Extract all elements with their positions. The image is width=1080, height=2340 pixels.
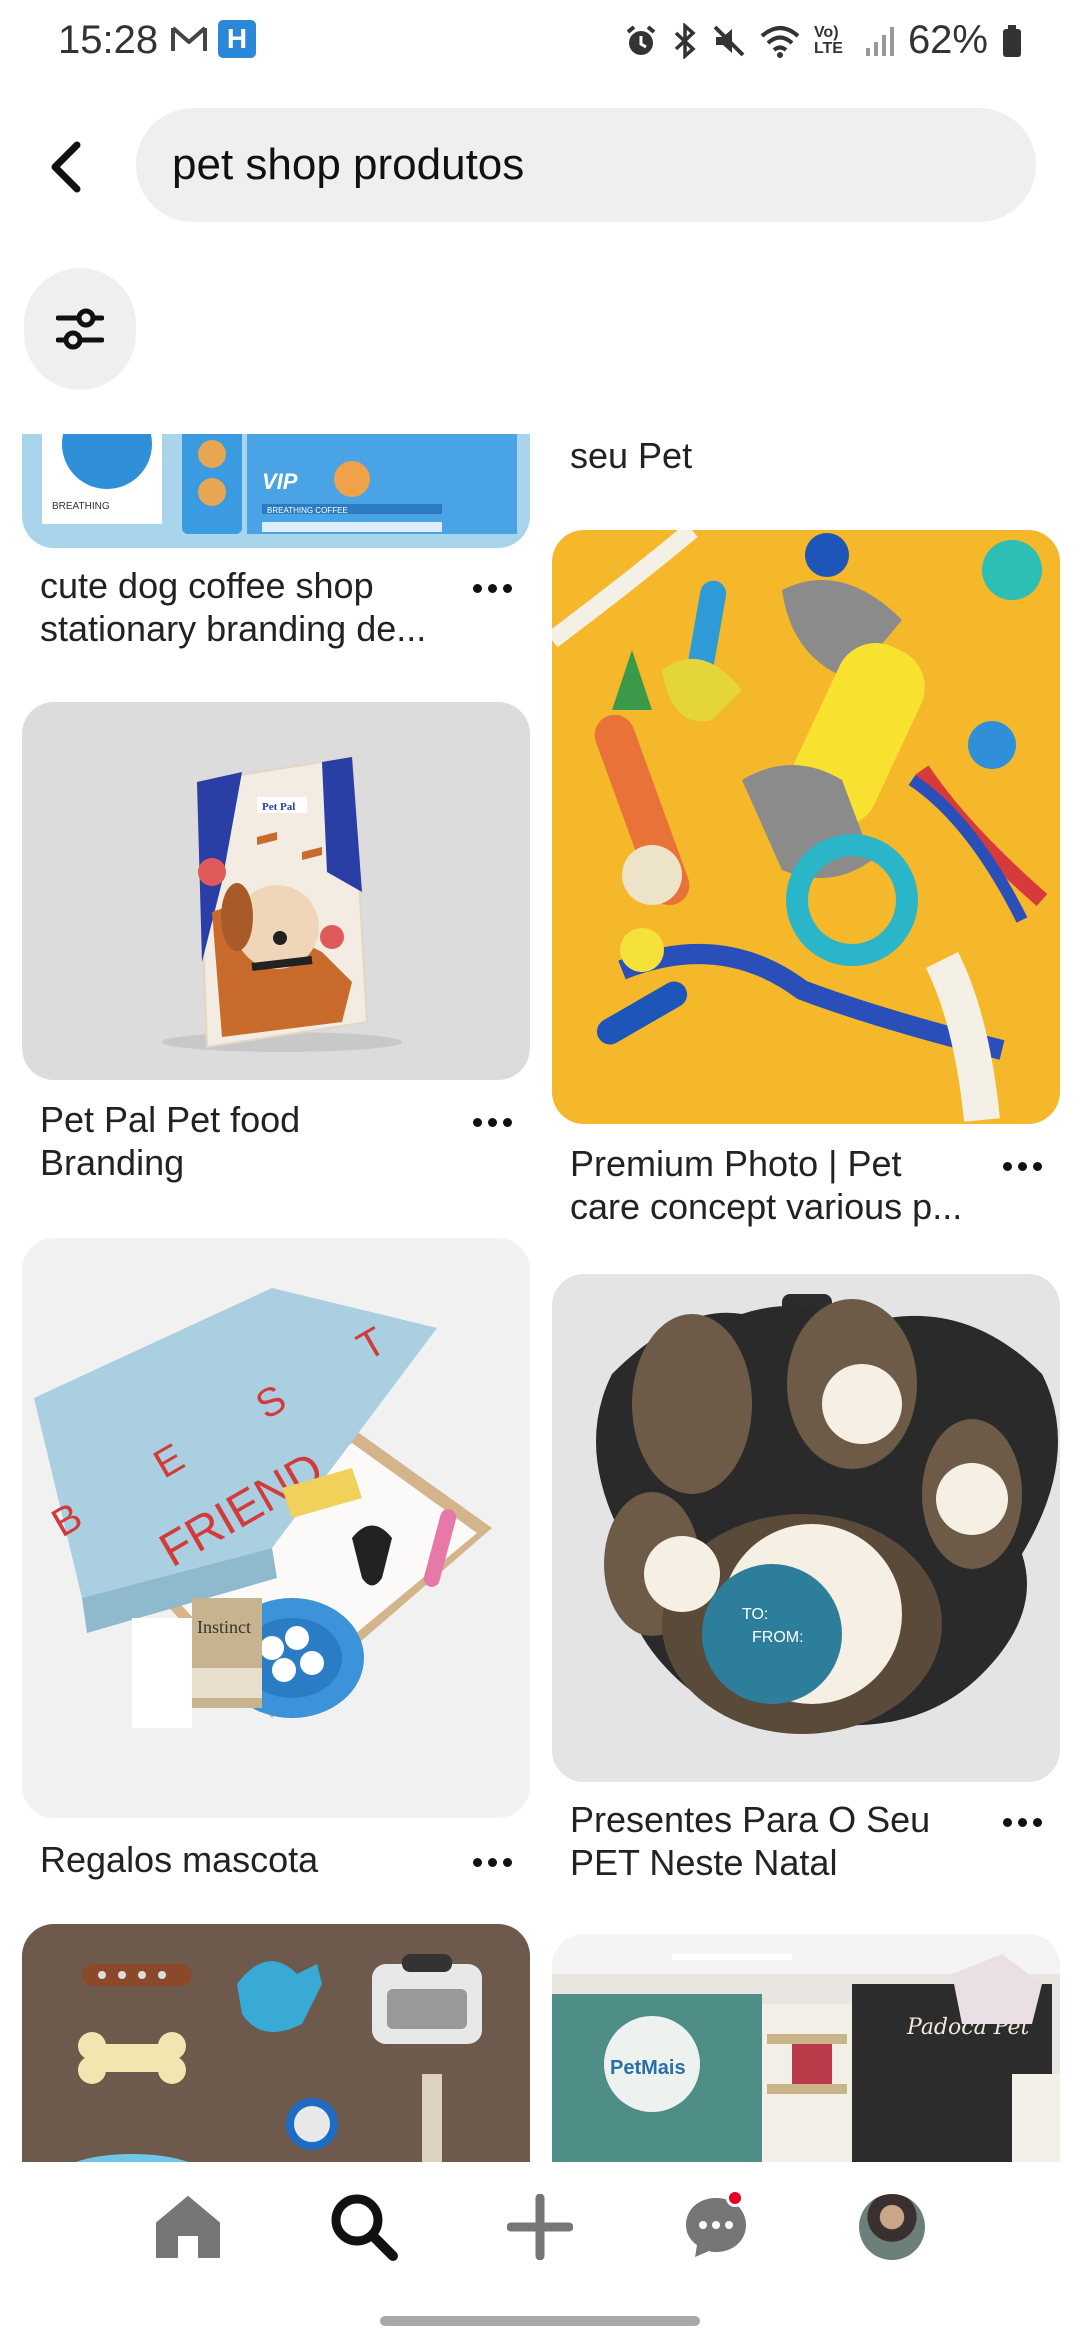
more-options-button[interactable]: [462, 568, 522, 608]
petmais-label: PetMais: [610, 2057, 686, 2079]
h-app-icon: H: [218, 20, 256, 58]
notification-dot: [726, 2189, 744, 2207]
more-options-button[interactable]: [992, 1802, 1052, 1842]
create-icon: [507, 2194, 573, 2260]
filter-button[interactable]: [24, 268, 136, 390]
coffee-label: BREATHING COFFEE: [267, 506, 348, 515]
pin-image[interactable]: TO: FROM:: [552, 1274, 1060, 1782]
battery-percent: 62%: [907, 18, 988, 62]
more-options-button[interactable]: [992, 1146, 1052, 1186]
svg-text:BREATHING: BREATHING: [52, 501, 110, 512]
back-arrow-icon: [51, 141, 81, 193]
nav-search[interactable]: [314, 2177, 414, 2277]
pin-card[interactable]: seu Pet: [552, 434, 1060, 514]
profile-avatar: [859, 2194, 925, 2260]
mute-icon: [713, 25, 745, 56]
status-bar: 15:28 H Vo) LTE 62%: [0, 0, 1080, 80]
nav-create[interactable]: [490, 2177, 590, 2277]
nav-messages[interactable]: [666, 2177, 766, 2277]
pin-image[interactable]: Pet Pal: [22, 702, 530, 1080]
pin-title: Premium Photo | Pet care concept various…: [570, 1143, 963, 1227]
pin-card[interactable]: B E S T FRIEND Instinct Regalos mascota: [22, 1238, 530, 1898]
search-input[interactable]: pet shop produtos: [136, 108, 1036, 222]
pin-title: cute dog coffee shop stationary branding…: [40, 565, 427, 649]
pin-card[interactable]: BREATHING VIP BREATHING COFFEE cute dog …: [22, 434, 530, 654]
more-options-button[interactable]: [462, 1102, 522, 1142]
pin-image[interactable]: PetMais Padoca Pet: [552, 1934, 1060, 2162]
instinct-label: Instinct: [197, 1617, 251, 1637]
search-icon: [331, 2194, 398, 2261]
back-button[interactable]: [40, 132, 90, 202]
pin-card[interactable]: TO: FROM: Presentes Para O Seu PET Neste…: [552, 1274, 1060, 1894]
pin-image[interactable]: BREATHING VIP BREATHING COFFEE: [22, 434, 530, 548]
paw-to-label: TO:: [742, 1606, 768, 1623]
pin-card[interactable]: [22, 1924, 530, 2162]
nav-home[interactable]: [138, 2177, 238, 2277]
status-right-icons: Vo) LTE 62%: [624, 18, 1022, 63]
more-options-button[interactable]: [462, 1842, 522, 1882]
volte-icon: Vo) LTE: [813, 23, 843, 57]
search-query: pet shop produtos: [172, 140, 525, 189]
signal-icon: [865, 26, 894, 56]
pin-image[interactable]: [22, 1924, 530, 2162]
vip-label: VIP: [262, 469, 298, 494]
wifi-icon: [760, 25, 800, 58]
pin-title: Regalos mascota: [40, 1839, 319, 1880]
nav-profile[interactable]: [842, 2177, 942, 2277]
pin-title: Presentes Para O Seu PET Neste Natal: [570, 1799, 931, 1883]
battery-icon: [1003, 24, 1021, 57]
pin-card[interactable]: Pet Pal Pet Pal Pet food Branding: [22, 702, 530, 1222]
pin-card[interactable]: PetMais Padoca Pet: [552, 1934, 1060, 2162]
pin-title: Pet Pal Pet food Branding: [40, 1099, 301, 1183]
pin-image[interactable]: [552, 530, 1060, 1124]
status-time: 15:28: [58, 18, 159, 62]
status-left-icons: H: [170, 20, 256, 58]
pin-card[interactable]: Premium Photo | Pet care concept various…: [552, 530, 1060, 1230]
gesture-home-bar[interactable]: [380, 2316, 700, 2326]
pin-feed: BREATHING VIP BREATHING COFFEE cute dog …: [0, 434, 1080, 2162]
alarm-icon: [626, 24, 656, 55]
gmail-icon: [170, 24, 208, 54]
filter-sliders-icon: [56, 308, 104, 350]
home-icon: [156, 2196, 220, 2258]
paw-from-label: FROM:: [752, 1629, 804, 1646]
bottom-navigation: [0, 2162, 1080, 2292]
pin-image[interactable]: B E S T FRIEND Instinct: [22, 1238, 530, 1818]
bluetooth-icon: [674, 22, 696, 59]
petpal-label: Pet Pal: [262, 801, 295, 813]
pin-title: seu Pet: [570, 435, 693, 476]
